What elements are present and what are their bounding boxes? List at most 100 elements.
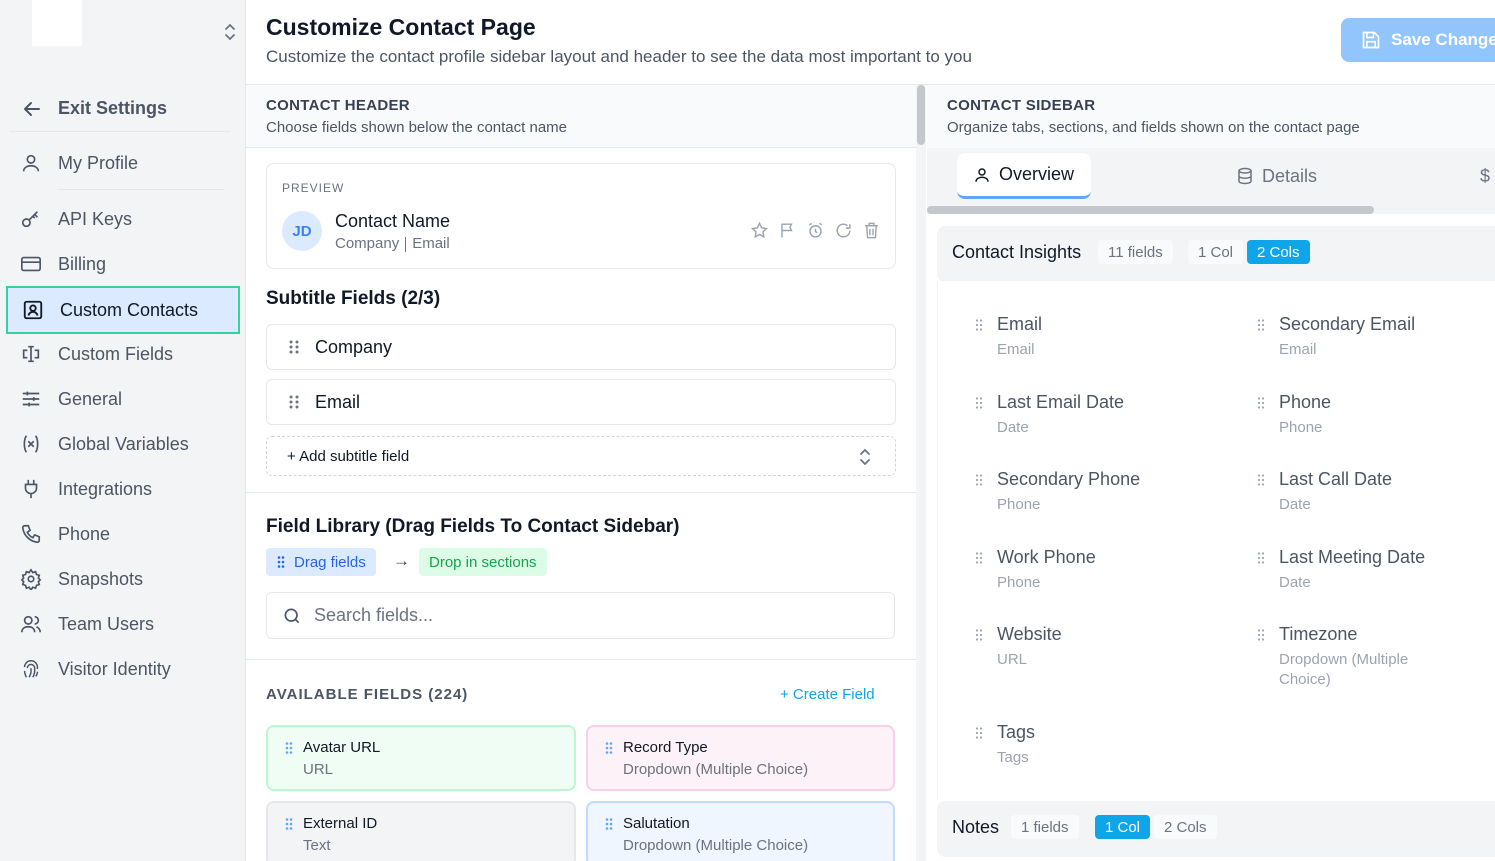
- drag-handle-icon[interactable]: [975, 726, 983, 740]
- section-description: Choose fields shown below the contact na…: [266, 119, 568, 136]
- drag-handle-icon[interactable]: [975, 396, 983, 410]
- drag-handle-icon[interactable]: [284, 741, 294, 755]
- field-name: Secondary Phone: [997, 469, 1141, 489]
- sliders-icon: [18, 386, 44, 412]
- sidebar-item-label: Phone: [58, 523, 111, 544]
- drag-handle-icon[interactable]: [604, 817, 614, 831]
- star-icon: [750, 221, 769, 240]
- tab-dollar[interactable]: $: [1480, 153, 1490, 199]
- section-title: CONTACT HEADER: [266, 97, 410, 114]
- drag-handle-icon[interactable]: [1257, 318, 1265, 332]
- drag-handle-icon[interactable]: [975, 318, 983, 332]
- field-search[interactable]: [266, 592, 895, 639]
- available-fields-title: AVAILABLE FIELDS (224): [266, 686, 469, 703]
- drag-handle-icon[interactable]: [287, 394, 301, 410]
- tab-details[interactable]: Details: [1236, 153, 1317, 199]
- settings-sidebar: Exit Settings My Profile API Keys Billin…: [0, 0, 246, 861]
- field-card[interactable]: External ID Text: [266, 801, 576, 861]
- user-icon: [18, 150, 44, 176]
- phone-icon: [18, 521, 44, 547]
- sidebar-item-label: Custom Contacts: [60, 299, 199, 320]
- drag-handle-icon[interactable]: [975, 473, 983, 487]
- field-count-badge: 1 fields: [1011, 815, 1079, 839]
- drag-handle-icon[interactable]: [975, 551, 983, 565]
- group-title: Contact Insights: [952, 242, 1082, 262]
- field-card-type: Dropdown (Multiple Choice): [623, 837, 809, 854]
- tab-label: Overview: [999, 164, 1075, 184]
- chevron-up-down-icon: [857, 447, 873, 467]
- horizontal-scrollbar[interactable]: [927, 206, 1374, 214]
- sidebar-item-my-profile[interactable]: My Profile: [10, 142, 234, 184]
- subtitle-company: Company: [335, 235, 400, 252]
- two-cols-button[interactable]: 2 Cols: [1154, 815, 1217, 839]
- drag-handle-icon[interactable]: [287, 339, 301, 355]
- field-card[interactable]: Record Type Dropdown (Multiple Choice): [586, 725, 895, 791]
- field-card-name: Salutation: [623, 815, 690, 832]
- contact-header-preview: PREVIEW JD Contact Name Company Email: [266, 163, 896, 269]
- sidebar-item-visitor-identity[interactable]: Visitor Identity: [10, 648, 234, 690]
- create-field-link[interactable]: + Create Field: [780, 686, 875, 703]
- contact-card-icon: [20, 297, 46, 323]
- sidebar-item-billing[interactable]: Billing: [10, 243, 234, 285]
- section-description: Organize tabs, sections, and fields show…: [947, 119, 1360, 136]
- flag-icon: [778, 221, 797, 240]
- sidebar-item-snapshots[interactable]: Snapshots: [10, 558, 234, 600]
- sidebar-item-api-keys[interactable]: API Keys: [10, 198, 234, 240]
- refresh-icon: [834, 221, 853, 240]
- field-library-title: Field Library (Drag Fields To Contact Si…: [266, 516, 680, 537]
- sidebar-item-label: Global Variables: [58, 433, 189, 454]
- page-subtitle: Customize the contact profile sidebar la…: [266, 47, 972, 66]
- search-input[interactable]: [314, 605, 854, 626]
- sidebar-item-integrations[interactable]: Integrations: [10, 468, 234, 510]
- field-card-type: URL: [303, 761, 334, 778]
- add-subtitle-field-select[interactable]: + Add subtitle field: [266, 436, 896, 476]
- exit-settings-button[interactable]: Exit Settings: [10, 86, 230, 132]
- field-card[interactable]: Avatar URL URL: [266, 725, 576, 791]
- sidebar-item-general[interactable]: General: [10, 378, 234, 420]
- scrollbar-thumb[interactable]: [917, 85, 925, 145]
- group-header-notes[interactable]: Notes 1 fields 1 Col 2 Cols: [937, 801, 1495, 857]
- search-icon: [282, 606, 302, 626]
- field-type: Dropdown (Multiple Choice): [1279, 651, 1409, 688]
- subtitle-field-row[interactable]: Email: [266, 379, 896, 425]
- chevron-up-down-icon[interactable]: [222, 22, 238, 42]
- divider: [405, 236, 407, 252]
- drag-handle-icon[interactable]: [1257, 396, 1265, 410]
- sidebar-item-custom-fields[interactable]: Custom Fields: [10, 333, 234, 375]
- sidebar-item-label: Snapshots: [58, 568, 144, 589]
- sidebar-item-custom-contacts[interactable]: Custom Contacts: [6, 286, 240, 334]
- drag-handle-icon[interactable]: [604, 741, 614, 755]
- credit-card-icon: [18, 251, 44, 277]
- drag-handle-icon[interactable]: [1257, 628, 1265, 642]
- drag-handle-icon[interactable]: [1257, 473, 1265, 487]
- company-logo[interactable]: [32, 0, 82, 46]
- field-card[interactable]: Salutation Dropdown (Multiple Choice): [586, 801, 895, 861]
- field-name: Phone: [1279, 392, 1332, 412]
- field-name: Last Call Date: [1279, 469, 1393, 489]
- exit-settings-label: Exit Settings: [58, 98, 168, 118]
- gear-icon: [18, 566, 44, 592]
- vertical-scrollbar[interactable]: [916, 85, 926, 861]
- field-type: Tags: [997, 749, 1029, 766]
- tab-overview[interactable]: Overview: [957, 153, 1091, 199]
- drop-in-sections-chip: Drop in sections: [419, 548, 547, 576]
- sidebar-item-label: General: [58, 388, 123, 409]
- group-header-contact-insights[interactable]: Contact Insights 11 fields 1 Col 2 Cols: [937, 226, 1495, 282]
- subtitle-field-row[interactable]: Company: [266, 324, 896, 370]
- database-icon: [1236, 167, 1254, 185]
- save-changes-button[interactable]: Save Changes: [1341, 18, 1495, 62]
- sidebar-item-team-users[interactable]: Team Users: [10, 603, 234, 645]
- sidebar-item-label: Custom Fields: [58, 343, 174, 364]
- sidebar-item-phone[interactable]: Phone: [10, 513, 234, 555]
- drag-handle-icon[interactable]: [284, 817, 294, 831]
- two-cols-button[interactable]: 2 Cols: [1247, 240, 1310, 264]
- group-title: Notes: [952, 817, 1000, 837]
- one-col-button[interactable]: 1 Col: [1188, 240, 1244, 264]
- drag-fields-chip: Drag fields: [266, 548, 376, 576]
- field-card-name: Avatar URL: [303, 739, 381, 756]
- contact-header-section: CONTACT HEADER Choose fields shown below…: [246, 85, 916, 148]
- one-col-button[interactable]: 1 Col: [1095, 815, 1151, 839]
- drag-handle-icon[interactable]: [975, 628, 983, 642]
- drag-handle-icon[interactable]: [1257, 551, 1265, 565]
- sidebar-item-global-variables[interactable]: Global Variables: [10, 423, 234, 465]
